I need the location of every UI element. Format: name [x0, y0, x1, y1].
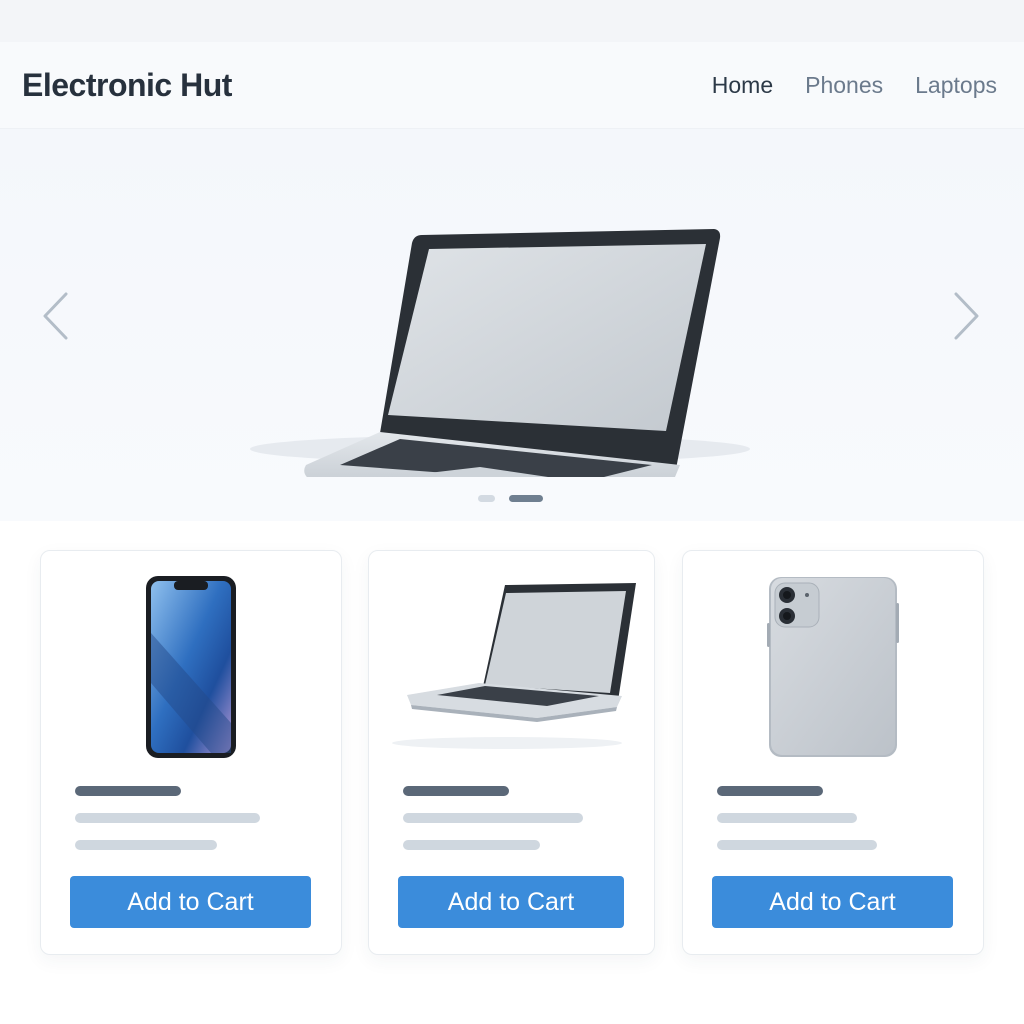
carousel-prev-button[interactable]: [37, 289, 77, 359]
carousel-indicators: [478, 495, 543, 502]
laptop-image: [391, 583, 636, 749]
nav-phones[interactable]: Phones: [805, 72, 883, 99]
site-header: Electronic Hut Home Phones Laptops: [0, 42, 1024, 129]
product-price-placeholder: [403, 840, 540, 850]
product-image-phone-back: [683, 573, 983, 763]
add-to-cart-button[interactable]: Add to Cart: [398, 876, 624, 928]
product-desc-placeholder: [403, 813, 583, 823]
product-price-placeholder: [717, 840, 877, 850]
product-title-placeholder: [403, 786, 509, 796]
main-nav: Home Phones Laptops: [712, 72, 997, 99]
hero-carousel: [0, 129, 1024, 521]
add-to-cart-button[interactable]: Add to Cart: [70, 876, 311, 928]
carousel-dot-2[interactable]: [509, 495, 543, 502]
product-card-3: Add to Cart: [682, 550, 984, 955]
nav-home[interactable]: Home: [712, 72, 773, 99]
chevron-left-icon: [43, 292, 68, 340]
product-image-phone-front: [41, 573, 341, 763]
product-card-1: Add to Cart: [40, 550, 342, 955]
top-strip: [0, 0, 1024, 42]
brand-logo[interactable]: Electronic Hut: [22, 67, 232, 104]
hero-laptop-image: [250, 229, 750, 477]
product-desc-placeholder: [75, 813, 260, 823]
carousel-next-button[interactable]: [945, 289, 985, 359]
carousel-dot-1[interactable]: [478, 495, 495, 502]
add-to-cart-button[interactable]: Add to Cart: [712, 876, 953, 928]
product-image-laptop: [369, 573, 654, 763]
product-title-placeholder: [717, 786, 823, 796]
product-desc-placeholder: [717, 813, 857, 823]
product-card-2: Add to Cart: [368, 550, 655, 955]
product-price-placeholder: [75, 840, 217, 850]
phone-front-image: [146, 576, 236, 758]
nav-laptops[interactable]: Laptops: [915, 72, 997, 99]
chevron-right-icon: [954, 292, 979, 340]
product-title-placeholder: [75, 786, 181, 796]
phone-back-image: [767, 577, 899, 757]
